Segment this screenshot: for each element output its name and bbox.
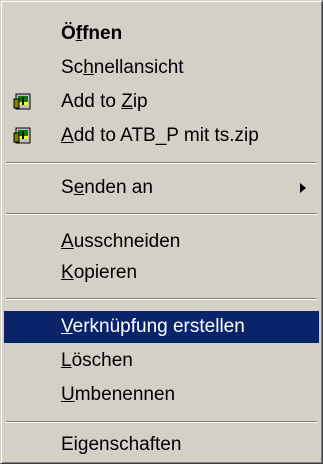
menu-item-umbenennen[interactable]: Umbenennen xyxy=(4,379,319,411)
menu-item-label: Add to ATB_P mit ts.zip xyxy=(61,125,259,146)
menu-item-label: Öffnen xyxy=(61,23,123,44)
menu-item-ausschneiden[interactable]: Ausschneiden xyxy=(4,226,319,258)
menu-item-verknuepfung-erstellen[interactable]: Verknüpfung erstellen xyxy=(4,311,319,343)
menu-separator xyxy=(6,421,317,423)
menu-item-label: Add to Zip xyxy=(61,91,148,112)
menu-item-add-to-named-zip[interactable]: Add to ATB_P mit ts.zip xyxy=(4,120,319,152)
menu-item-oeffnen[interactable]: Öffnen xyxy=(4,18,319,50)
menu-item-label: Umbenennen xyxy=(61,384,176,405)
submenu-arrow-icon xyxy=(300,183,306,193)
menu-separator xyxy=(6,162,317,164)
menu-item-label: Senden an xyxy=(61,177,153,198)
menu-separator xyxy=(6,213,317,215)
winzip-icon xyxy=(13,127,31,144)
menu-item-label: Eigenschaften xyxy=(61,434,182,455)
menu-item-loeschen[interactable]: Löschen xyxy=(4,345,319,377)
winzip-icon xyxy=(13,93,31,110)
menu-item-kopieren[interactable]: Kopieren xyxy=(4,257,319,289)
menu-item-label: Kopieren xyxy=(61,262,138,283)
menu-separator xyxy=(6,298,317,300)
menu-item-label: Ausschneiden xyxy=(61,231,181,252)
menu-item-label: Schnellansicht xyxy=(61,57,184,78)
menu-item-label: Verknüpfung erstellen xyxy=(61,316,245,337)
context-menu: Öffnen Schnellansicht Add to Zip Add to … xyxy=(0,0,323,464)
menu-item-add-to-zip[interactable]: Add to Zip xyxy=(4,86,319,118)
menu-item-schnellansicht[interactable]: Schnellansicht xyxy=(4,52,319,84)
menu-item-senden-an[interactable]: Senden an xyxy=(4,172,319,204)
menu-item-label: Löschen xyxy=(61,350,133,371)
menu-item-eigenschaften[interactable]: Eigenschaften xyxy=(4,429,319,461)
